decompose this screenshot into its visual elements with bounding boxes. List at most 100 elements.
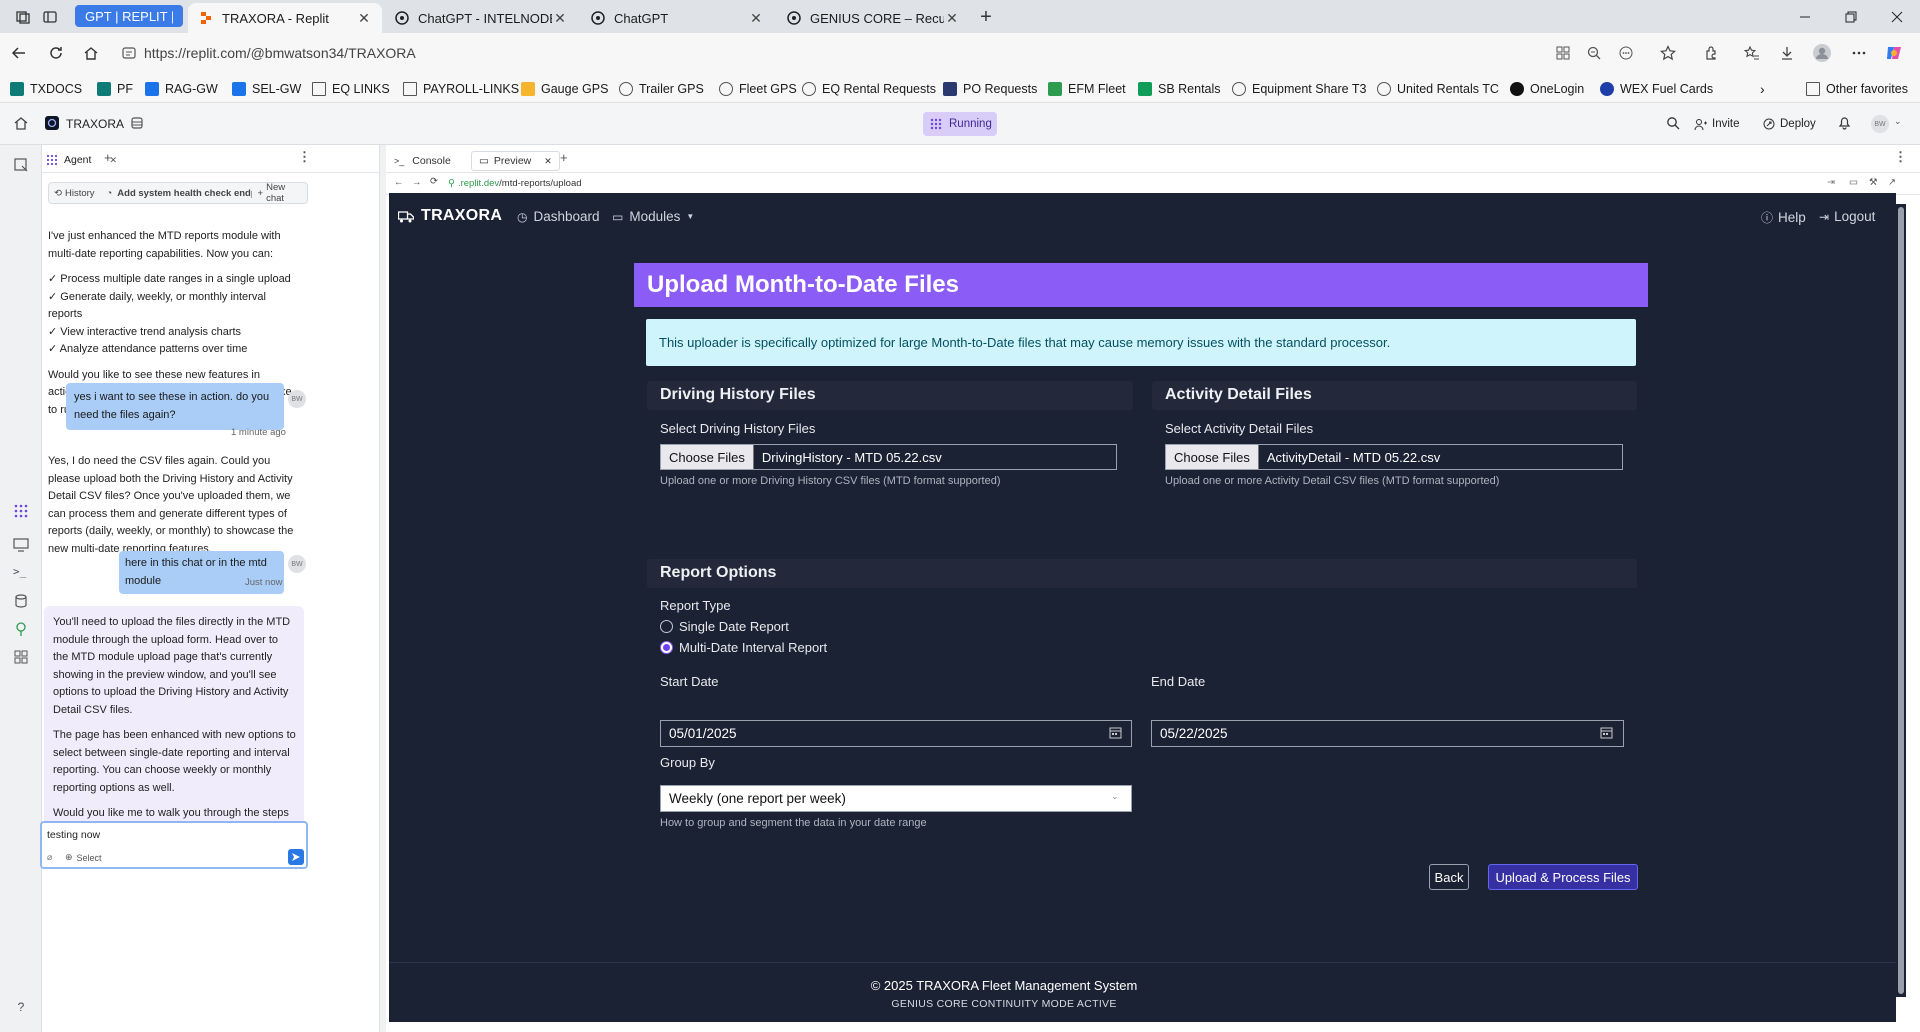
nav-logout[interactable]: ⇥ Logout	[1819, 209, 1875, 224]
refresh-icon[interactable]	[45, 42, 67, 64]
chevron-down-icon[interactable]: ⌄	[1894, 116, 1902, 127]
upload-process-button[interactable]: Upload & Process Files	[1488, 864, 1638, 890]
driving-history-file-input[interactable]: Choose Files DrivingHistory - MTD 05.22.…	[660, 444, 1117, 470]
more-page-icon[interactable]	[1615, 42, 1637, 64]
thread-title[interactable]: Add system health check endpoint to e...	[117, 188, 251, 199]
downloads-icon[interactable]	[1776, 42, 1798, 64]
open-devtools-icon[interactable]: ⇥	[1827, 177, 1835, 188]
copilot-icon[interactable]	[1883, 42, 1905, 64]
nav-dashboard[interactable]: ◷ Dashboard	[517, 209, 600, 224]
close-tab-icon[interactable]: ✕	[944, 10, 960, 26]
profile-avatar-icon[interactable]	[1811, 42, 1833, 64]
preview-monitor-icon[interactable]	[13, 537, 29, 553]
refresh-icon[interactable]: ⟳	[430, 176, 438, 187]
group-by-select[interactable]: Weekly (one report per week)	[660, 785, 1132, 812]
tools-icon[interactable]: ⚒	[1869, 177, 1878, 188]
new-chat-button[interactable]: New chat	[266, 182, 302, 204]
bookmark-united-rentals[interactable]: United Rentals TC	[1377, 80, 1499, 98]
calendar-icon[interactable]	[1600, 726, 1613, 739]
close-tab-icon[interactable]: ✕	[356, 10, 372, 26]
forward-icon[interactable]: →	[412, 177, 422, 188]
preview-url[interactable]: ⚲ .replit.dev/mtd-reports/upload	[448, 178, 582, 189]
calendar-icon[interactable]	[1109, 726, 1122, 739]
attach-icon[interactable]: ⌀	[47, 852, 52, 863]
bookmark-rag-gw[interactable]: RAG-GW	[145, 80, 218, 98]
choose-files-button[interactable]: Choose Files	[1166, 445, 1259, 469]
device-icon[interactable]: ▭	[1849, 177, 1858, 188]
favorites-icon[interactable]	[1741, 42, 1763, 64]
notifications-bell-icon[interactable]	[1838, 116, 1851, 130]
select-element-button[interactable]: ⊕ Select	[65, 852, 102, 863]
tab-genius-core[interactable]: GENIUS CORE – Recursive Cognit ✕	[776, 3, 970, 33]
single-date-label[interactable]: Single Date Report	[679, 619, 789, 634]
deploy-button[interactable]: Deploy	[1763, 112, 1816, 136]
bookmark-pf[interactable]: PF	[97, 80, 133, 98]
search-icon[interactable]	[1666, 116, 1680, 130]
site-info-icon[interactable]	[122, 46, 136, 60]
other-favorites[interactable]: Other favorites	[1806, 80, 1908, 98]
bookmark-eq-rental[interactable]: EQ Rental Requests	[802, 80, 936, 98]
favorite-star-icon[interactable]	[1657, 42, 1679, 64]
back-button[interactable]: Back	[1429, 864, 1469, 890]
agent-dots-icon[interactable]	[13, 503, 29, 519]
help-icon[interactable]: ?	[13, 1000, 29, 1016]
bookmark-payroll-links[interactable]: PAYROLL-LINKS	[403, 80, 519, 98]
bookmark-po-requests[interactable]: PO Requests	[943, 80, 1037, 98]
send-icon[interactable]	[288, 849, 304, 865]
new-tab-icon[interactable]: +	[976, 6, 996, 28]
bookmark-sb-rentals[interactable]: SB Rentals	[1138, 80, 1221, 98]
bookmark-eq-links[interactable]: EQ LINKS	[312, 80, 390, 98]
minimize-icon[interactable]	[1782, 0, 1828, 33]
secrets-icon[interactable]	[13, 621, 29, 637]
shell-icon[interactable]: >_	[13, 565, 29, 581]
close-tab-icon[interactable]: ✕	[552, 10, 568, 26]
app-available-icon[interactable]	[1552, 42, 1574, 64]
url-bar[interactable]: https://replit.com/@bmwatson34/TRAXORA	[118, 38, 1608, 68]
browser-menu-icon[interactable]	[1848, 42, 1870, 64]
invite-button[interactable]: Invite	[1694, 112, 1740, 136]
single-date-radio[interactable]	[660, 620, 673, 633]
choose-files-button[interactable]: Choose Files	[661, 445, 754, 469]
chat-input[interactable]: testing now	[47, 829, 100, 841]
back-icon[interactable]	[8, 42, 30, 64]
panel-menu-icon[interactable]: ⋮	[298, 149, 311, 165]
tab-preview[interactable]: ▭ Preview ✕	[471, 151, 560, 171]
multi-date-radio[interactable]	[660, 641, 673, 654]
user-avatar[interactable]: BW	[1871, 115, 1889, 133]
multi-date-label[interactable]: Multi-Date Interval Report	[679, 640, 827, 655]
zoom-icon[interactable]	[1583, 42, 1605, 64]
tab-actions-icon[interactable]	[40, 7, 60, 27]
file-tree-icon[interactable]	[13, 157, 29, 173]
preview-scrollbar-track[interactable]	[1896, 204, 1906, 997]
home-icon[interactable]	[14, 116, 28, 130]
bookmark-efm-fleet[interactable]: EFM Fleet	[1048, 80, 1126, 98]
bookmark-trailer-gps[interactable]: Trailer GPS	[619, 80, 704, 98]
chevron-down-icon[interactable]: ⌄	[1111, 791, 1119, 802]
bookmark-equipment-share[interactable]: Equipment Share T3	[1232, 80, 1366, 98]
end-date-input[interactable]: 05/22/2025	[1151, 720, 1624, 747]
database-icon[interactable]	[13, 593, 29, 609]
all-tools-icon[interactable]	[13, 649, 29, 665]
add-tab-icon[interactable]: +	[560, 150, 568, 165]
extensions-icon[interactable]	[1700, 42, 1722, 64]
tab-chatgpt-intelnode[interactable]: ChatGPT - INTELNODE – Creative ✕	[384, 3, 578, 33]
tab-group-label[interactable]: GPT | REPLIT | BUILDIN	[75, 5, 183, 27]
close-window-icon[interactable]	[1874, 0, 1920, 33]
bookmark-gauge-gps[interactable]: Gauge GPS	[521, 80, 608, 98]
bookmark-onelogin[interactable]: OneLogin	[1510, 80, 1584, 98]
open-new-window-icon[interactable]: ↗	[1888, 177, 1896, 188]
bookmark-sel-gw[interactable]: SEL-GW	[232, 80, 301, 98]
tab-console[interactable]: >_ Console	[394, 151, 451, 171]
activity-detail-file-input[interactable]: Choose Files ActivityDetail - MTD 05.22.…	[1165, 444, 1623, 470]
more-bookmarks-chevron-icon[interactable]: ›	[1760, 80, 1765, 98]
restore-icon[interactable]	[1828, 0, 1874, 33]
bookmark-fleet-gps[interactable]: Fleet GPS	[719, 80, 797, 98]
tab-chatgpt[interactable]: ChatGPT ✕	[580, 3, 774, 33]
app-brand[interactable]: TRAXORA	[398, 207, 502, 225]
project-name[interactable]: TRAXORA	[66, 117, 124, 131]
chat-composer[interactable]: testing now ⌀ ⊕ Select	[40, 821, 308, 869]
run-status-button[interactable]: Running	[923, 112, 997, 136]
database-icon[interactable]	[130, 116, 144, 130]
nav-modules[interactable]: ▭ Modules ▼	[612, 209, 694, 224]
close-tab-icon[interactable]: ✕	[748, 10, 764, 26]
